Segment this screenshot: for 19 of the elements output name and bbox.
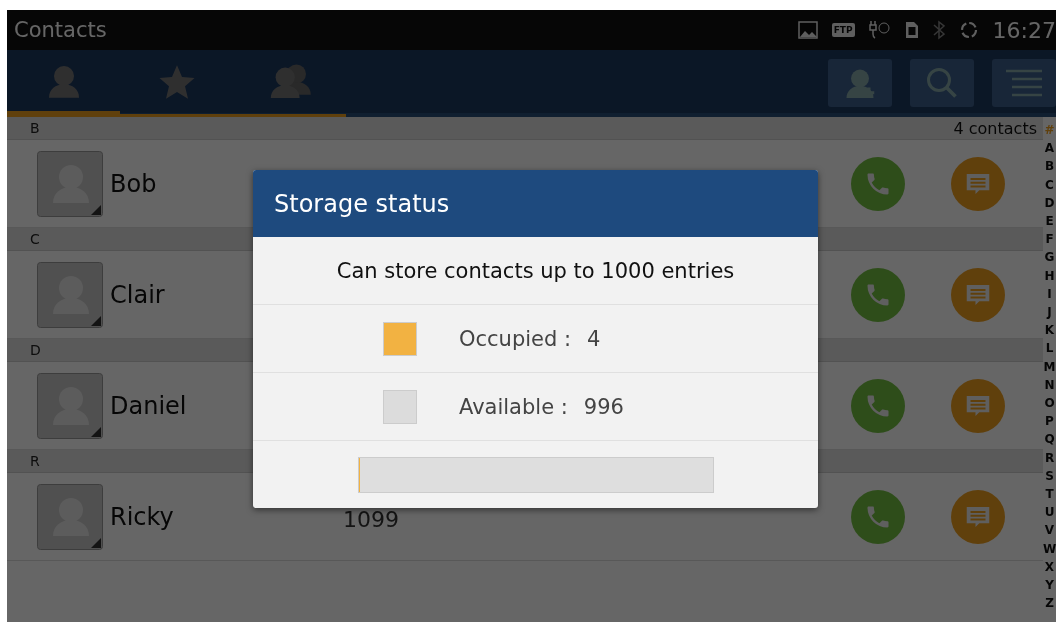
contact-name: Daniel — [110, 391, 188, 420]
section-letter: B — [30, 120, 41, 136]
legend-value: 4 — [587, 326, 601, 351]
section-letter: D — [30, 342, 42, 358]
contact-number: 1099 — [343, 507, 399, 532]
contact-name: Bob — [110, 169, 158, 198]
section-letter: C — [30, 231, 41, 247]
app-title: Contacts — [14, 18, 108, 42]
legend-label: Occupied : — [459, 326, 572, 351]
contact-count: 4 contacts — [953, 118, 1037, 138]
dialog-title: Storage status — [253, 170, 818, 237]
legend-value: 996 — [583, 394, 624, 419]
section-letter: R — [30, 453, 41, 469]
contact-name: Clair — [110, 280, 166, 309]
legend-label: Available : — [459, 394, 568, 419]
dialog-message: Can store contacts up to 1000 entries — [253, 237, 818, 305]
clock: 16:27 — [992, 17, 1056, 43]
ftp-badge: FTP — [831, 23, 855, 37]
contact-name: Ricky — [110, 502, 175, 531]
